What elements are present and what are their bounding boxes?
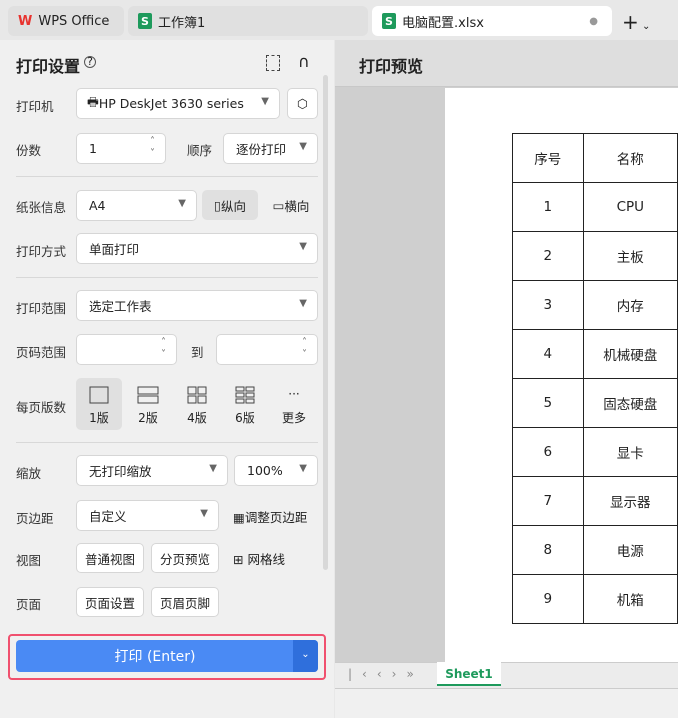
layout-2-icon bbox=[137, 386, 159, 404]
stepper-icon[interactable]: ˄ ˅ bbox=[150, 136, 155, 160]
tab-wps-office[interactable]: W WPS Office bbox=[8, 6, 124, 36]
sheet-tab-sheet1[interactable]: Sheet1 bbox=[437, 662, 501, 686]
page-break-preview-button[interactable]: 分页预览 bbox=[151, 543, 219, 573]
table-row: 5 固态硬盘 bbox=[512, 378, 678, 428]
order-label: 顺序 bbox=[187, 143, 213, 158]
chevron-down-icon: ▼ bbox=[178, 198, 186, 209]
header-footer-button[interactable]: 页眉页脚 bbox=[151, 587, 219, 617]
margin-label: 页边距 bbox=[16, 511, 54, 526]
chevron-down-icon: ▼ bbox=[299, 241, 307, 252]
landscape-button[interactable]: ▭ 横向 bbox=[264, 190, 318, 220]
layout-4-button[interactable]: 4版 bbox=[174, 378, 220, 430]
headset-icon[interactable]: ∩ bbox=[298, 52, 310, 71]
pages-per-sheet-label: 每页版数 bbox=[16, 400, 67, 415]
table-header-row: 序号 名称 bbox=[512, 133, 678, 183]
preview-table: 序号 名称 1 CPU 2 主板 3 内存 4 机械硬盘 5 固态硬盘 6 显卡 7 显示器 8… bbox=[512, 133, 678, 624]
more-icon: ··· bbox=[288, 387, 300, 401]
sheet-nav-icons[interactable]: |‹‹›» bbox=[348, 667, 424, 681]
page-to-input[interactable]: ˄ ˅ bbox=[216, 334, 318, 365]
chevron-down-icon: ▼ bbox=[200, 508, 208, 519]
page-label: 页面 bbox=[16, 597, 42, 612]
chevron-down-icon: ▼ bbox=[299, 463, 307, 474]
scale-label: 缩放 bbox=[16, 466, 42, 481]
print-options-dropdown[interactable]: ⌄ bbox=[293, 640, 318, 672]
portrait-button[interactable]: ▯ 纵向 bbox=[202, 190, 258, 220]
landscape-icon: ▭ bbox=[272, 197, 285, 213]
stepper-icon[interactable]: ˄ ˅ bbox=[302, 337, 307, 361]
divider bbox=[16, 442, 318, 443]
copies-stepper[interactable]: 1 ˄ ˅ bbox=[76, 133, 166, 164]
panel-layout-icon[interactable] bbox=[266, 55, 280, 71]
layout-1-icon bbox=[89, 386, 109, 404]
panel-scrollbar[interactable] bbox=[323, 75, 328, 570]
normal-view-button[interactable]: 普通视图 bbox=[76, 543, 144, 573]
table-row: 8 电源 bbox=[512, 525, 678, 575]
page-range-label: 页码范围 bbox=[16, 345, 67, 360]
layout-4-icon bbox=[187, 386, 207, 404]
printer-label: 打印机 bbox=[16, 99, 54, 114]
table-row: 7 显示器 bbox=[512, 476, 678, 526]
tab-workbook1[interactable]: S 工作簿1 bbox=[128, 6, 368, 36]
table-row: 4 机械硬盘 bbox=[512, 329, 678, 379]
wps-logo-icon: W bbox=[18, 13, 33, 29]
chevron-down-icon: ▼ bbox=[209, 463, 217, 474]
view-label: 视图 bbox=[16, 553, 42, 568]
hexagon-settings-icon: ⬡ bbox=[297, 96, 308, 111]
range-label: 打印范围 bbox=[16, 301, 67, 316]
sheet-icon: S bbox=[138, 13, 152, 29]
table-row: 3 内存 bbox=[512, 280, 678, 330]
grid-icon: ⊞ bbox=[233, 552, 244, 567]
mode-label: 打印方式 bbox=[16, 244, 67, 259]
unsaved-dot-icon: ● bbox=[589, 15, 598, 27]
table-row: 6 显卡 bbox=[512, 427, 678, 477]
paper-select[interactable]: A4 ▼ bbox=[76, 190, 197, 221]
layout-6-button[interactable]: 6版 bbox=[222, 378, 268, 430]
tab-active-file[interactable]: S 电脑配置.xlsx ● bbox=[372, 6, 612, 36]
chevron-down-icon: ▼ bbox=[299, 141, 307, 152]
margin-select[interactable]: 自定义 ▼ bbox=[76, 500, 219, 531]
zoom-select[interactable]: 100% ▼ bbox=[234, 455, 318, 486]
status-bar bbox=[335, 688, 678, 718]
print-range-select[interactable]: 选定工作表 ▼ bbox=[76, 290, 318, 321]
to-label: 到 bbox=[191, 345, 204, 360]
help-icon[interactable]: ? bbox=[84, 56, 96, 68]
page-from-input[interactable]: ˄ ˅ bbox=[76, 334, 177, 365]
gridlines-toggle[interactable]: ⊞ 网格线 bbox=[233, 549, 285, 568]
scale-select[interactable]: 无打印缩放 ▼ bbox=[76, 455, 228, 486]
print-mode-select[interactable]: 单面打印 ▼ bbox=[76, 233, 318, 264]
layout-1-button[interactable]: 1版 bbox=[76, 378, 122, 430]
preview-title: 打印预览 bbox=[359, 57, 424, 76]
portrait-icon: ▯ bbox=[214, 197, 221, 213]
paper-label: 纸张信息 bbox=[16, 200, 67, 215]
table-row: 1 CPU bbox=[512, 182, 678, 232]
layout-more-button[interactable]: ··· 更多 bbox=[271, 378, 317, 430]
margin-icon: ▦ bbox=[233, 510, 245, 525]
sheet-icon: S bbox=[382, 13, 396, 29]
copies-label: 份数 bbox=[16, 143, 42, 158]
table-row: 2 主板 bbox=[512, 231, 678, 281]
adjust-margin-button[interactable]: ▦调整页边距 bbox=[233, 507, 307, 526]
chevron-down-icon: ▼ bbox=[261, 96, 269, 107]
layout-6-icon bbox=[235, 386, 255, 404]
new-tab-button[interactable]: + ⌄ bbox=[622, 10, 650, 34]
page-setup-button[interactable]: 页面设置 bbox=[76, 587, 144, 617]
printer-icon: 🖶 bbox=[87, 94, 99, 109]
print-button[interactable]: 打印 (Enter) bbox=[16, 640, 318, 672]
layout-2-button[interactable]: 2版 bbox=[125, 378, 171, 430]
table-row: 9 机箱 bbox=[512, 574, 678, 624]
stepper-icon[interactable]: ˄ ˅ bbox=[161, 337, 166, 361]
chevron-down-icon: ▼ bbox=[299, 298, 307, 309]
order-select[interactable]: 逐份打印 ▼ bbox=[223, 133, 318, 164]
divider bbox=[16, 176, 318, 177]
panel-title: 打印设置 bbox=[16, 57, 81, 76]
divider bbox=[16, 277, 318, 278]
printer-select[interactable]: 🖶 HP DeskJet 3630 series ▼ bbox=[76, 88, 280, 119]
printer-settings-button[interactable]: ⬡ bbox=[287, 88, 318, 119]
